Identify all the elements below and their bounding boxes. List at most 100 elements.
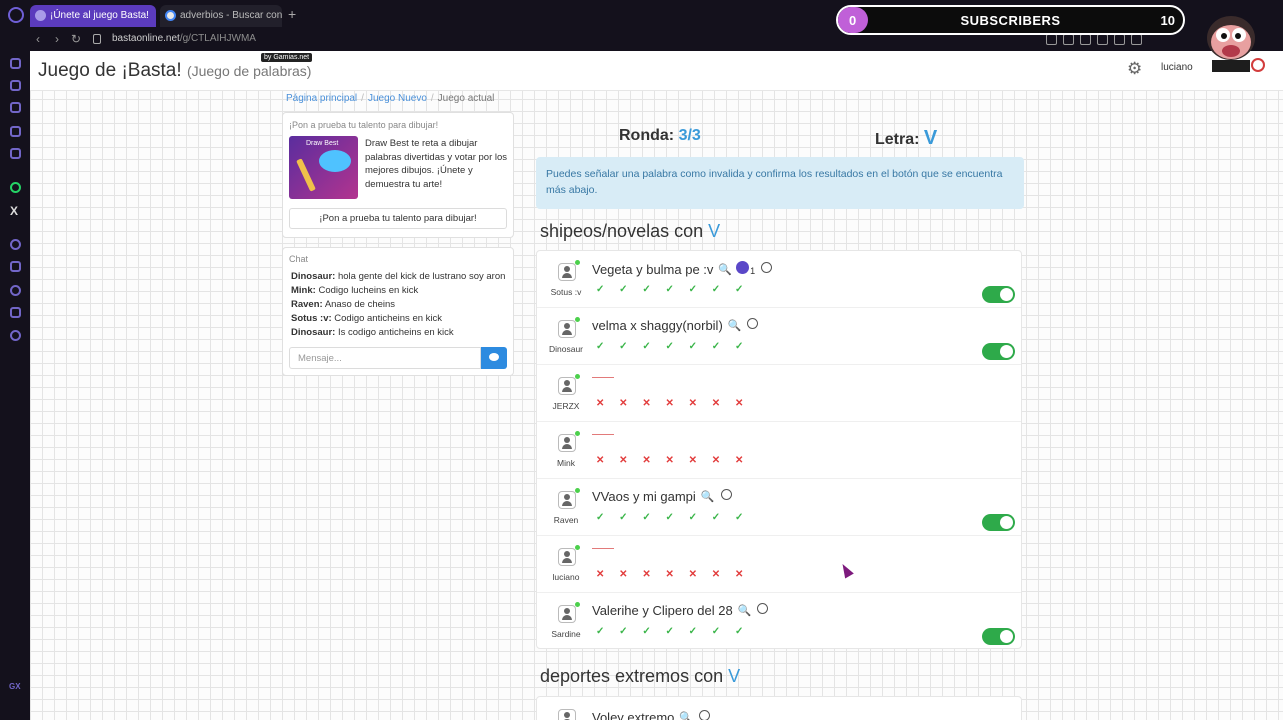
reload-icon[interactable]: ↻: [71, 32, 81, 46]
add-reaction-icon[interactable]: [720, 489, 732, 500]
letter-indicator: Letra: V: [875, 127, 937, 150]
promo-description: Draw Best te reta a dibujar palabras div…: [365, 138, 508, 190]
answer-text-line: VVaos y mi gampi 🔍: [592, 489, 732, 504]
chat-send-button[interactable]: [481, 347, 507, 369]
username[interactable]: luciano: [1161, 62, 1193, 73]
extension-icon[interactable]: [1046, 34, 1057, 45]
answer-row: JERZX ✕ ✕ ✕ ✕ ✕ ✕ ✕: [537, 365, 1021, 422]
byline-badge: by Gamias.net: [261, 53, 313, 62]
sidebar-app-icon[interactable]: [10, 261, 21, 272]
online-dot: [575, 374, 580, 379]
category-name: deportes extremos con: [540, 666, 724, 686]
chat-message: Sotus :v: Codigo anticheins en kick: [291, 313, 443, 324]
validation-checks: ✓ ✓ ✓ ✓ ✓ ✓ ✓: [596, 512, 750, 523]
burst-shape: [319, 150, 351, 172]
letter-label: Letra:: [875, 131, 920, 148]
thumb-title: Draw Best: [306, 140, 339, 147]
answer-row: Sotus :v Vegeta y bulma pe :v 🔍 1 ✓ ✓ ✓ ✓ …: [537, 251, 1021, 308]
tab-title: adverbios - Buscar con Go: [180, 10, 282, 21]
answer-text: Vegeta y bulma pe :v: [592, 262, 714, 277]
chat-input[interactable]: Mensaje...: [289, 347, 481, 369]
tab-google-search[interactable]: adverbios - Buscar con Go: [160, 5, 282, 27]
valid-toggle[interactable]: [982, 286, 1015, 303]
search-icon[interactable]: 🔍: [738, 604, 752, 617]
goal-label: SUBSCRIBERS: [960, 13, 1061, 28]
answer-row: Mink ✕ ✕ ✕ ✕ ✕ ✕ ✕: [537, 422, 1021, 479]
sidebar-app-icon[interactable]: [10, 102, 21, 113]
avatar-icon: [558, 320, 576, 338]
search-icon[interactable]: 🔍: [718, 263, 732, 276]
new-tab-button[interactable]: +: [288, 7, 296, 21]
sidebar-app-icon[interactable]: [10, 148, 21, 159]
valid-toggle[interactable]: [982, 343, 1015, 360]
avatar-icon: [558, 548, 576, 566]
send-bubble-icon: [489, 353, 499, 361]
chat-message: Dinosaur: Is codigo anticheins en kick: [291, 327, 454, 338]
search-icon[interactable]: 🔍: [728, 319, 742, 332]
breadcrumb-new-game[interactable]: Juego Nuevo: [368, 93, 427, 104]
add-reaction-icon[interactable]: [747, 318, 759, 329]
history-icon[interactable]: [10, 285, 21, 296]
tab-basta[interactable]: ¡Únete al juego Basta!: [30, 5, 156, 27]
forward-arrow-icon[interactable]: ›: [55, 32, 59, 46]
site-header: Juego de ¡Basta! (Juego de palabras) by …: [30, 51, 1283, 91]
validation-checks: ✓ ✓ ✓ ✓ ✓ ✓ ✓: [596, 626, 750, 637]
promo-button[interactable]: ¡Pon a prueba tu talento para dibujar!: [289, 208, 507, 229]
add-reaction-icon[interactable]: [761, 262, 773, 273]
title-main: Juego de ¡Basta!: [38, 60, 182, 81]
gear-icon[interactable]: ⚙: [1127, 59, 1142, 79]
answer-row: Raven VVaos y mi gampi 🔍 ✓ ✓ ✓ ✓ ✓ ✓ ✓: [537, 479, 1021, 536]
letter-value: V: [923, 127, 938, 149]
answer-text: Valerihe y Clipero del 28: [592, 603, 733, 618]
add-reaction-icon[interactable]: [699, 710, 711, 720]
whatsapp-icon[interactable]: [10, 182, 21, 193]
url-host: bastaonline.net: [112, 33, 180, 44]
draw-best-thumbnail[interactable]: Draw Best: [289, 136, 358, 199]
thumbs-up-icon[interactable]: [736, 261, 750, 274]
chat-title: Chat: [289, 254, 309, 264]
sidebar-app-icon[interactable]: [10, 126, 21, 137]
opera-logo-icon[interactable]: [8, 7, 24, 23]
answer-text: velma x shaggy(norbil): [592, 318, 723, 333]
browser-sidebar: X GX: [0, 51, 30, 720]
sidebar-app-icon[interactable]: [10, 239, 21, 250]
page-title: Juego de ¡Basta! (Juego de palabras): [38, 60, 311, 82]
promo-panel: ¡Pon a prueba tu talento para dibujar! D…: [282, 112, 514, 238]
back-arrow-icon[interactable]: ‹: [36, 32, 40, 46]
extension-icon[interactable]: [1080, 34, 1091, 45]
chat-panel: Chat Dinosaur: hola gente del kick de lu…: [282, 247, 514, 376]
validation-checks: ✓ ✓ ✓ ✓ ✓ ✓ ✓: [596, 284, 750, 295]
add-reaction-icon[interactable]: [757, 603, 769, 614]
valid-toggle[interactable]: [982, 514, 1015, 531]
twitch-icon[interactable]: [10, 58, 21, 69]
online-dot: [575, 260, 580, 265]
x-twitter-icon[interactable]: X: [10, 204, 18, 218]
empty-answer-dash: [592, 377, 614, 378]
empty-answer-dash: [592, 548, 614, 549]
chat-messages: Dinosaur: hola gente del kick de lustran…: [291, 270, 511, 340]
round-value: 3/3: [678, 127, 701, 144]
player-name: Raven: [553, 515, 579, 525]
avatar-icon: [558, 491, 576, 509]
chat-message: Raven: Anaso de cheins: [291, 299, 396, 310]
breadcrumb-current: Juego actual: [437, 93, 495, 104]
breadcrumb-home[interactable]: Página principal: [286, 93, 357, 104]
extension-icon[interactable]: [1097, 34, 1108, 45]
extension-icons: [1046, 34, 1142, 45]
round-label: Ronda:: [619, 127, 675, 144]
valid-toggle[interactable]: [982, 628, 1015, 645]
goal-target: 10: [1160, 13, 1175, 28]
search-icon[interactable]: 🔍: [701, 490, 715, 503]
category-letter: V: [728, 666, 741, 686]
extension-icon[interactable]: [1063, 34, 1074, 45]
search-icon[interactable]: 🔍: [679, 711, 693, 720]
online-dot: [575, 602, 580, 607]
url-field[interactable]: bastaonline.net/g/CTLAIHJWMA: [112, 33, 256, 44]
settings-icon[interactable]: [10, 330, 21, 341]
sidebar-app-icon[interactable]: [10, 80, 21, 91]
extension-icon[interactable]: [1131, 34, 1142, 45]
extension-icon[interactable]: [1114, 34, 1125, 45]
answers-card: Voley extremo 🔍: [536, 696, 1022, 720]
answer-text-line: Valerihe y Clipero del 28 🔍: [592, 603, 769, 618]
sidebar-app-icon[interactable]: [10, 307, 21, 318]
